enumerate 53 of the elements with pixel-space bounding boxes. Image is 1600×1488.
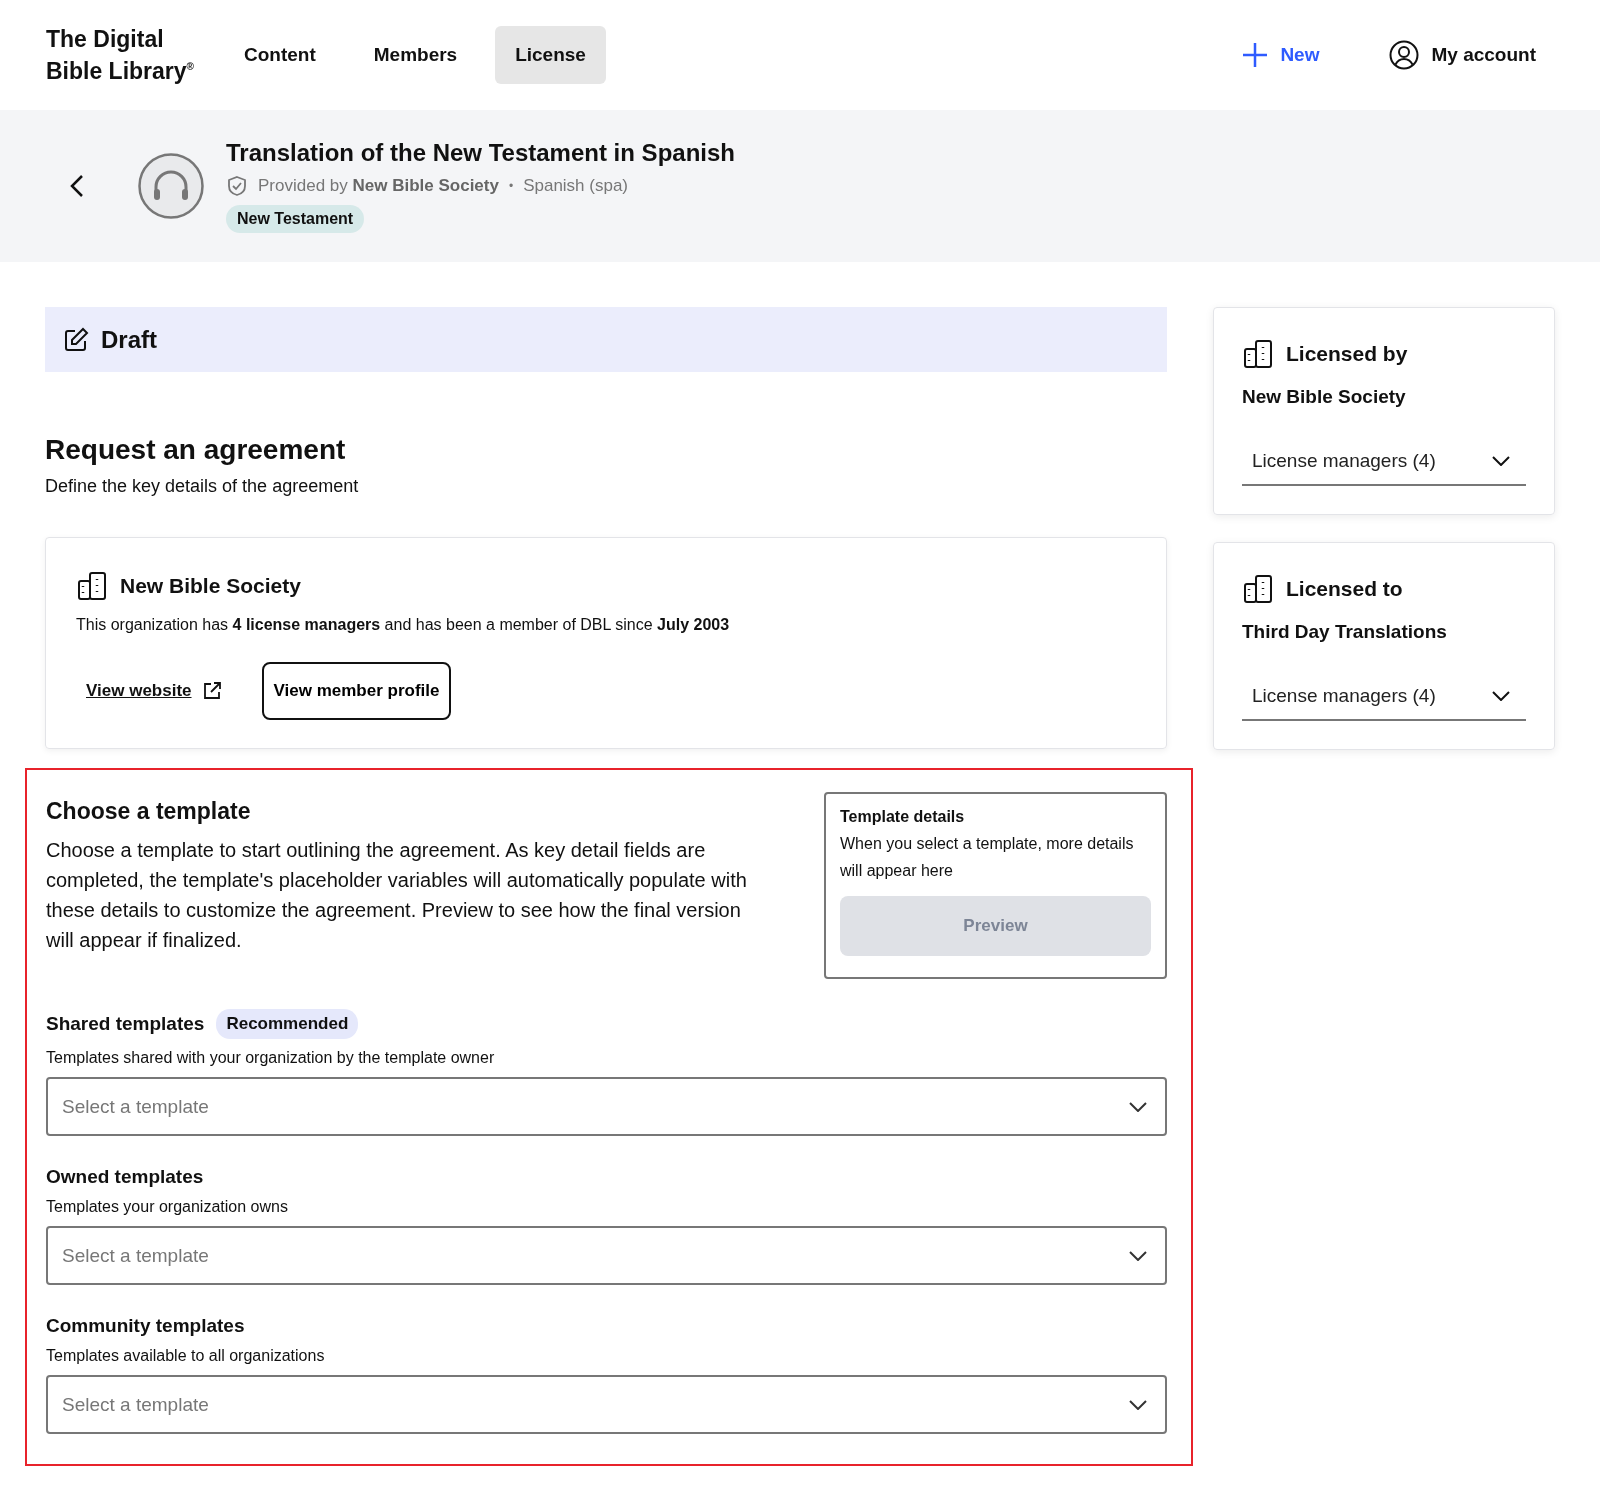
nav-tab[interactable]: Content: [224, 26, 336, 84]
card-heading: Licensed to: [1286, 577, 1403, 601]
details-title: Template details: [840, 808, 966, 826]
building-icon: [76, 570, 108, 602]
nav-tab[interactable]: License: [495, 26, 606, 84]
headphones-icon: [138, 153, 204, 219]
card-heading: Licensed by: [1286, 342, 1408, 366]
group-description: Templates available to all organizations: [46, 1347, 326, 1365]
building-icon: [1242, 338, 1274, 370]
organization-name: Third Day Translations: [1242, 621, 1448, 643]
chevron-down-icon: [1129, 1400, 1147, 1410]
member-profile-button[interactable]: View member profile: [261, 662, 452, 720]
organization-name: New Bible Society: [120, 574, 301, 598]
section-description: Choose a template to start outlining the agreement. As key detail fields are completed, the template's placeholder variables will automatically populate with these details to customize the agreement. Preview to see how the final version will appear if finalized.: [46, 838, 748, 953]
website-link[interactable]: View website: [86, 681, 222, 701]
shield-check-icon: [226, 175, 248, 197]
new-button[interactable]: New: [1236, 41, 1326, 69]
chevron-down-icon: [1129, 1251, 1147, 1261]
chevron-down-icon: [1492, 456, 1510, 466]
organization-description: This organization has 4 license managers and has been a member of DBL since July 2003: [76, 616, 731, 634]
resource-title: Translation of the New Testament in Spanish: [226, 139, 735, 167]
logo[interactable]: The Digital Bible Library$^{®}$: [46, 25, 194, 85]
group-title: Owned templates: [46, 1166, 204, 1188]
managers-dropdown[interactable]: License managers (4): [1242, 440, 1526, 486]
external-link-icon: [201, 681, 222, 701]
nav-tab[interactable]: Members: [353, 26, 478, 84]
building-icon: [1242, 573, 1274, 605]
group-description: Templates your organization owns: [46, 1198, 289, 1216]
template-select[interactable]: Select a template: [46, 1077, 1167, 1136]
plus-icon: [1242, 42, 1269, 68]
edit-icon: [63, 326, 89, 353]
details-text: When you select a template, more details will appear here: [840, 834, 1135, 881]
recommended-badge: Recommended: [216, 1009, 359, 1039]
group-title: Shared templates: [46, 1013, 205, 1035]
separator-dot: •: [508, 179, 514, 193]
section-subtitle: Define the key details of the agreement: [45, 476, 360, 497]
group-description: Templates shared with your organization by the template owner: [46, 1049, 496, 1067]
provider-text: Provided by New Bible Society: [258, 176, 499, 196]
group-title: Community templates: [46, 1315, 245, 1337]
status-label: Draft: [101, 325, 157, 354]
account-button[interactable]: My account: [1383, 39, 1542, 71]
back-icon: [70, 174, 84, 198]
template-select[interactable]: Select a template: [46, 1226, 1167, 1285]
section-heading: Request an agreement: [45, 434, 347, 466]
user-icon: [1389, 40, 1420, 70]
chevron-down-icon: [1492, 691, 1510, 701]
testament-tag: New Testament: [226, 205, 365, 233]
managers-dropdown[interactable]: License managers (4): [1242, 675, 1526, 721]
chevron-down-icon: [1129, 1102, 1147, 1112]
section-heading: Choose a template: [46, 798, 252, 825]
organization-name: New Bible Society: [1242, 386, 1407, 408]
language-text: Spanish (spa): [523, 176, 629, 196]
template-select[interactable]: Select a template: [46, 1375, 1167, 1434]
